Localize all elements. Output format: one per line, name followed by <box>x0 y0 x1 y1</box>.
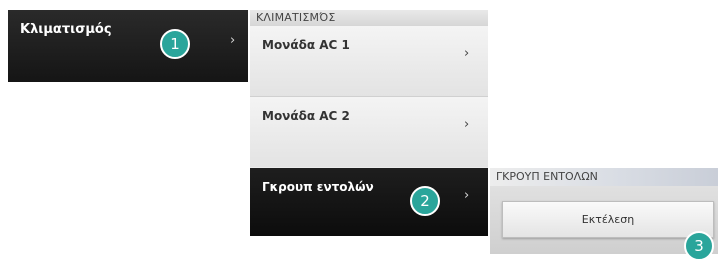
submenu-title: ΚΛΙΜΑΤΙΣΜΌΣ <box>256 11 336 24</box>
submenu-panel: ΚΛΙΜΑΤΙΣΜΌΣ Μονάδα AC 1 › Μονάδα AC 2 › … <box>250 10 488 236</box>
menu-item-label: Κλιματισμός <box>20 22 112 37</box>
chevron-right-icon: › <box>464 188 470 203</box>
submenu-header: ΚΛΙΜΑΤΙΣΜΌΣ <box>250 10 488 26</box>
callout-badge-2: 2 <box>410 186 440 216</box>
submenu-item-ac2[interactable]: Μονάδα AC 2 › <box>250 97 488 167</box>
execute-button-label: Εκτέλεση <box>581 213 635 226</box>
submenu-item-command-group[interactable]: Γκρουπ εντολών › <box>250 168 488 236</box>
command-group-title: ΓΚΡΟΥΠ ΕΝΤΟΛΩΝ <box>496 170 598 183</box>
chevron-right-icon: › <box>230 33 236 48</box>
command-group-header: ΓΚΡΟΥΠ ΕΝΤΟΛΩΝ <box>490 168 718 186</box>
execute-button[interactable]: Εκτέλεση <box>502 201 714 238</box>
submenu-item-label: Μονάδα AC 1 <box>262 38 350 52</box>
submenu-item-label: Μονάδα AC 2 <box>262 109 350 123</box>
callout-badge-1: 1 <box>160 29 190 59</box>
callout-badge-3: 3 <box>684 231 714 261</box>
chevron-right-icon: › <box>464 46 470 61</box>
submenu-item-label: Γκρουπ εντολών <box>262 180 374 194</box>
chevron-right-icon: › <box>464 117 470 132</box>
menu-item-air-conditioning[interactable]: Κλιματισμός › <box>8 10 248 82</box>
submenu-item-ac1[interactable]: Μονάδα AC 1 › <box>250 26 488 96</box>
